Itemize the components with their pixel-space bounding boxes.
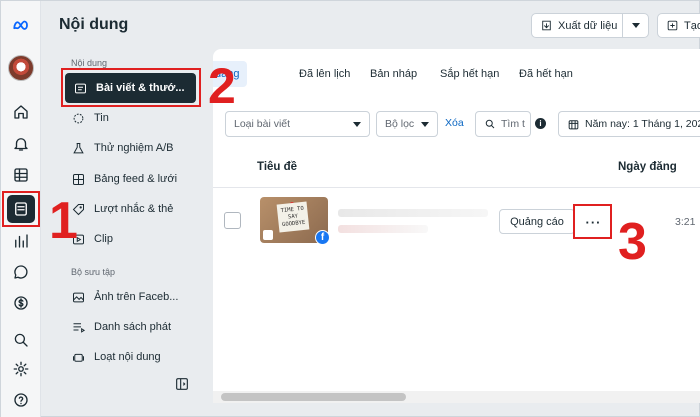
export-button[interactable]: Xuất dữ liệu xyxy=(531,13,649,38)
boost-button[interactable]: Quảng cáo xyxy=(499,209,575,234)
step-number-3: 3 xyxy=(618,213,647,271)
post-title-blurred xyxy=(338,209,488,217)
chevron-down-icon xyxy=(421,121,429,127)
nav-section-collections: Bộ sưu tập xyxy=(71,267,116,277)
dollar-icon[interactable] xyxy=(10,292,32,314)
post-meta-blurred xyxy=(338,225,428,233)
nav-item-label: Danh sách phát xyxy=(94,321,172,333)
step-number-1: 1 xyxy=(49,192,78,250)
nav-item-label: Ảnh trên Faceb... xyxy=(94,291,179,303)
flask-icon xyxy=(73,142,84,153)
clear-filters-link[interactable]: Xóa xyxy=(445,117,464,129)
chevron-down-icon[interactable] xyxy=(632,23,640,28)
series-icon xyxy=(73,353,84,362)
search-icon xyxy=(485,119,495,129)
chat-icon[interactable] xyxy=(10,261,32,283)
create-button[interactable]: Tạo xyxy=(657,13,700,38)
nav-item-facebook-photos[interactable]: Ảnh trên Faceb... xyxy=(63,284,235,310)
highlight-box-nav xyxy=(61,68,201,107)
thumbnail-note: TIME TO SAY GOODBYE xyxy=(276,201,310,233)
media-type-icon xyxy=(263,230,273,240)
info-icon[interactable]: i xyxy=(535,118,546,129)
row-checkbox[interactable] xyxy=(224,212,241,229)
publish-time: 3:21 xyxy=(675,216,696,228)
tab-drafts[interactable]: Bản nháp xyxy=(362,61,425,87)
create-label: Tạo xyxy=(684,19,700,32)
nav-item-label: Loạt nội dung xyxy=(94,351,161,363)
nav-item-label: Thử nghiệm A/B xyxy=(94,142,174,154)
nav-item-playlists[interactable]: Danh sách phát xyxy=(63,314,235,340)
facebook-icon: f xyxy=(315,230,330,245)
search-placeholder: Tìm t xyxy=(501,118,525,130)
home-icon[interactable] xyxy=(10,101,32,123)
chevron-down-icon xyxy=(353,121,361,127)
tab-bar: đăng Đã lên lịch Bản nháp Sắp hết hạn Đã… xyxy=(213,61,700,91)
story-icon xyxy=(73,113,84,123)
left-rail xyxy=(1,1,41,417)
tab-scheduled[interactable]: Đã lên lịch xyxy=(291,61,358,87)
nav-item-ab-test[interactable]: Thử nghiệm A/B xyxy=(63,135,235,161)
scrollbar-thumb[interactable] xyxy=(221,393,406,401)
header-divider xyxy=(213,187,700,188)
filter-select[interactable]: Bộ lọc xyxy=(376,111,438,137)
tab-expired[interactable]: Đã hết hạn xyxy=(511,61,581,87)
nav-item-label: Lượt nhắc & thẻ xyxy=(94,203,174,215)
grid-icon xyxy=(73,173,84,185)
app-window: Nội dung Xuất dữ liệu Tạo Nội dung Bài v… xyxy=(0,0,700,417)
search-input[interactable]: Tìm t xyxy=(475,111,531,137)
image-icon xyxy=(73,292,84,302)
gear-icon[interactable] xyxy=(10,358,32,380)
nav-item-label: Clip xyxy=(94,233,113,245)
nav-item-series[interactable]: Loạt nội dung xyxy=(63,344,235,370)
bell-icon[interactable] xyxy=(10,133,32,155)
table-icon[interactable] xyxy=(10,164,32,186)
post-type-placeholder: Loại bài viết xyxy=(234,118,291,130)
date-range-value: Năm nay: 1 Tháng 1, 2023 xyxy=(585,118,700,130)
highlight-box-more xyxy=(573,204,612,239)
playlist-icon xyxy=(73,322,86,333)
tab-expiring[interactable]: Sắp hết hạn xyxy=(432,61,507,87)
create-icon xyxy=(667,20,678,31)
page-header: Nội dung Xuất dữ liệu Tạo xyxy=(41,1,700,49)
export-label: Xuất dữ liệu xyxy=(558,19,618,32)
page-title: Nội dung xyxy=(59,16,129,33)
search-icon[interactable] xyxy=(10,329,32,351)
collapse-sidebar-icon[interactable] xyxy=(174,376,190,392)
nav-section-content: Nội dung xyxy=(71,58,108,68)
help-icon[interactable] xyxy=(10,389,32,411)
export-divider xyxy=(622,14,623,37)
column-header-date[interactable]: Ngày đăng xyxy=(618,161,677,173)
horizontal-scrollbar[interactable] xyxy=(213,391,700,403)
column-header-title[interactable]: Tiêu đề xyxy=(257,161,297,173)
post-type-select[interactable]: Loại bài viết xyxy=(225,111,370,137)
highlight-box-rail xyxy=(2,191,40,227)
nav-item-label: Bảng feed & lưới xyxy=(94,173,178,185)
nav-item-clips[interactable]: Clip xyxy=(63,226,235,252)
filter-label: Bộ lọc xyxy=(385,118,415,130)
step-number-2: 2 xyxy=(208,58,236,114)
calendar-icon xyxy=(568,119,579,129)
nav-item-feed-grid[interactable]: Bảng feed & lưới xyxy=(63,166,235,192)
nav-item-label: Tin xyxy=(94,112,109,124)
date-range-picker[interactable]: Năm nay: 1 Tháng 1, 2023 xyxy=(558,111,700,137)
export-icon xyxy=(542,20,551,31)
meta-logo-icon[interactable] xyxy=(10,15,32,37)
bar-chart-icon[interactable] xyxy=(10,230,32,252)
nav-item-mentions-tags[interactable]: Lượt nhắc & thẻ xyxy=(63,196,235,222)
page-avatar[interactable] xyxy=(8,55,34,81)
